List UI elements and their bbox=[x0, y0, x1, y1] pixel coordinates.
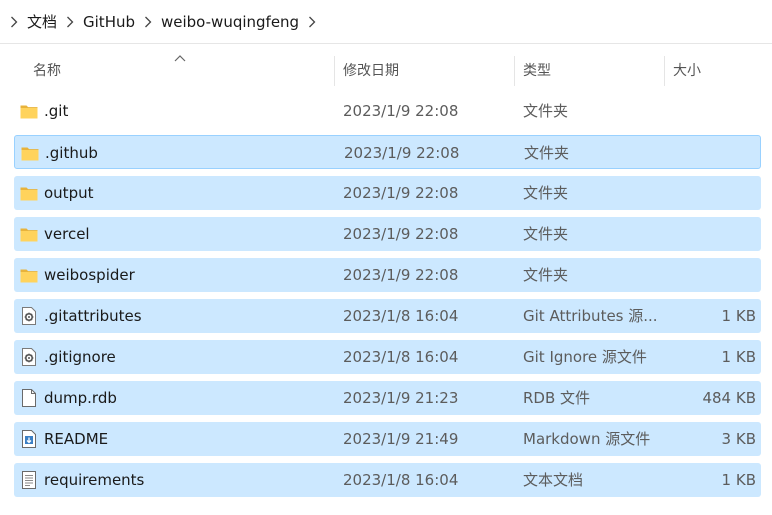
file-row[interactable]: requirements 2023/1/8 16:04 文本文档 1 KB bbox=[14, 463, 761, 497]
file-explorer-window: 文档 GitHub weibo-wuqingfeng 名称 修改日期 类型 大小… bbox=[0, 0, 772, 515]
file-type: 文本文档 bbox=[523, 471, 584, 489]
sort-ascending-icon bbox=[174, 55, 186, 62]
file-size: 1 KB bbox=[721, 307, 756, 325]
chevron-right-icon[interactable] bbox=[6, 16, 22, 28]
breadcrumb-item-documents[interactable]: 文档 bbox=[22, 9, 62, 34]
file-modified-date: 2023/1/8 16:04 bbox=[343, 348, 459, 366]
blank-file-icon bbox=[19, 388, 39, 408]
breadcrumb-item-github[interactable]: GitHub bbox=[78, 11, 140, 33]
file-type: Git Ignore 源文件 bbox=[523, 348, 647, 366]
file-modified-date: 2023/1/9 21:23 bbox=[343, 389, 459, 407]
file-row[interactable]: dump.rdb 2023/1/9 21:23 RDB 文件 484 KB bbox=[14, 381, 761, 415]
file-row[interactable]: .github 2023/1/9 22:08 文件夹 bbox=[14, 135, 761, 169]
file-modified-date: 2023/1/9 22:08 bbox=[343, 225, 459, 243]
folder-icon bbox=[20, 143, 40, 163]
folder-icon bbox=[19, 224, 39, 244]
breadcrumb-item-current-folder[interactable]: weibo-wuqingfeng bbox=[156, 11, 304, 33]
text-file-icon bbox=[19, 470, 39, 490]
file-name: output bbox=[44, 184, 94, 202]
chevron-right-icon[interactable] bbox=[140, 16, 156, 28]
file-row[interactable]: README 2023/1/9 21:49 Markdown 源文件 3 KB bbox=[14, 422, 761, 456]
file-row[interactable]: .git 2023/1/9 22:08 文件夹 bbox=[14, 94, 761, 128]
file-size bbox=[664, 94, 756, 128]
file-name: .gitattributes bbox=[44, 307, 142, 325]
file-name: .github bbox=[45, 144, 98, 162]
file-name: dump.rdb bbox=[44, 389, 117, 407]
file-name: requirements bbox=[44, 471, 145, 489]
file-row[interactable]: output 2023/1/9 22:08 文件夹 bbox=[14, 176, 761, 210]
breadcrumb: 文档 GitHub weibo-wuqingfeng bbox=[0, 0, 772, 44]
column-header-name[interactable]: 名称 bbox=[33, 52, 61, 90]
folder-icon bbox=[19, 101, 39, 121]
settings-file-icon bbox=[19, 347, 39, 367]
file-name: .git bbox=[44, 102, 69, 120]
folder-icon bbox=[19, 183, 39, 203]
file-size: 1 KB bbox=[721, 348, 756, 366]
file-modified-date: 2023/1/9 22:08 bbox=[343, 266, 459, 284]
file-modified-date: 2023/1/9 22:08 bbox=[343, 102, 459, 120]
file-row[interactable]: .gitignore 2023/1/8 16:04 Git Ignore 源文件 1 … bbox=[14, 340, 761, 374]
file-name: README bbox=[44, 430, 109, 448]
column-header-type[interactable]: 类型 bbox=[523, 52, 551, 90]
column-divider[interactable] bbox=[334, 56, 335, 86]
file-size: 484 KB bbox=[702, 389, 756, 407]
column-divider[interactable] bbox=[514, 56, 515, 86]
file-size bbox=[664, 217, 756, 251]
file-name: weibospider bbox=[44, 266, 135, 284]
column-divider[interactable] bbox=[664, 56, 665, 86]
file-modified-date: 2023/1/8 16:04 bbox=[343, 307, 459, 325]
folder-icon bbox=[19, 265, 39, 285]
file-type: RDB 文件 bbox=[523, 389, 591, 407]
file-name: vercel bbox=[44, 225, 90, 243]
file-modified-date: 2023/1/8 16:04 bbox=[343, 471, 459, 489]
file-modified-date: 2023/1/9 22:08 bbox=[344, 144, 460, 162]
file-type: Git Attributes 源... bbox=[523, 307, 658, 325]
chevron-right-icon[interactable] bbox=[304, 16, 320, 28]
file-type: Markdown 源文件 bbox=[523, 430, 651, 448]
file-modified-date: 2023/1/9 22:08 bbox=[343, 184, 459, 202]
file-size bbox=[664, 176, 756, 210]
column-header-size[interactable]: 大小 bbox=[673, 52, 701, 90]
file-type: 文件夹 bbox=[523, 225, 569, 243]
file-type: 文件夹 bbox=[523, 266, 569, 284]
chevron-right-icon[interactable] bbox=[62, 16, 78, 28]
file-size bbox=[665, 136, 757, 170]
column-header-date[interactable]: 修改日期 bbox=[343, 52, 399, 90]
file-row[interactable]: weibospider 2023/1/9 22:08 文件夹 bbox=[14, 258, 761, 292]
column-header-row: 名称 修改日期 类型 大小 bbox=[14, 52, 766, 90]
file-size: 1 KB bbox=[721, 471, 756, 489]
file-row[interactable]: vercel 2023/1/9 22:08 文件夹 bbox=[14, 217, 761, 251]
file-row[interactable]: .gitattributes 2023/1/8 16:04 Git Attribut… bbox=[14, 299, 761, 333]
file-size: 3 KB bbox=[721, 430, 756, 448]
file-type: 文件夹 bbox=[524, 144, 570, 162]
file-name: .gitignore bbox=[44, 348, 116, 366]
settings-file-icon bbox=[19, 306, 39, 326]
file-type: 文件夹 bbox=[523, 102, 569, 120]
file-modified-date: 2023/1/9 21:49 bbox=[343, 430, 459, 448]
file-size bbox=[664, 258, 756, 292]
file-list: .git 2023/1/9 22:08 文件夹 .github 2023/1/9 22… bbox=[14, 94, 761, 504]
markdown-file-icon bbox=[19, 429, 39, 449]
file-type: 文件夹 bbox=[523, 184, 569, 202]
